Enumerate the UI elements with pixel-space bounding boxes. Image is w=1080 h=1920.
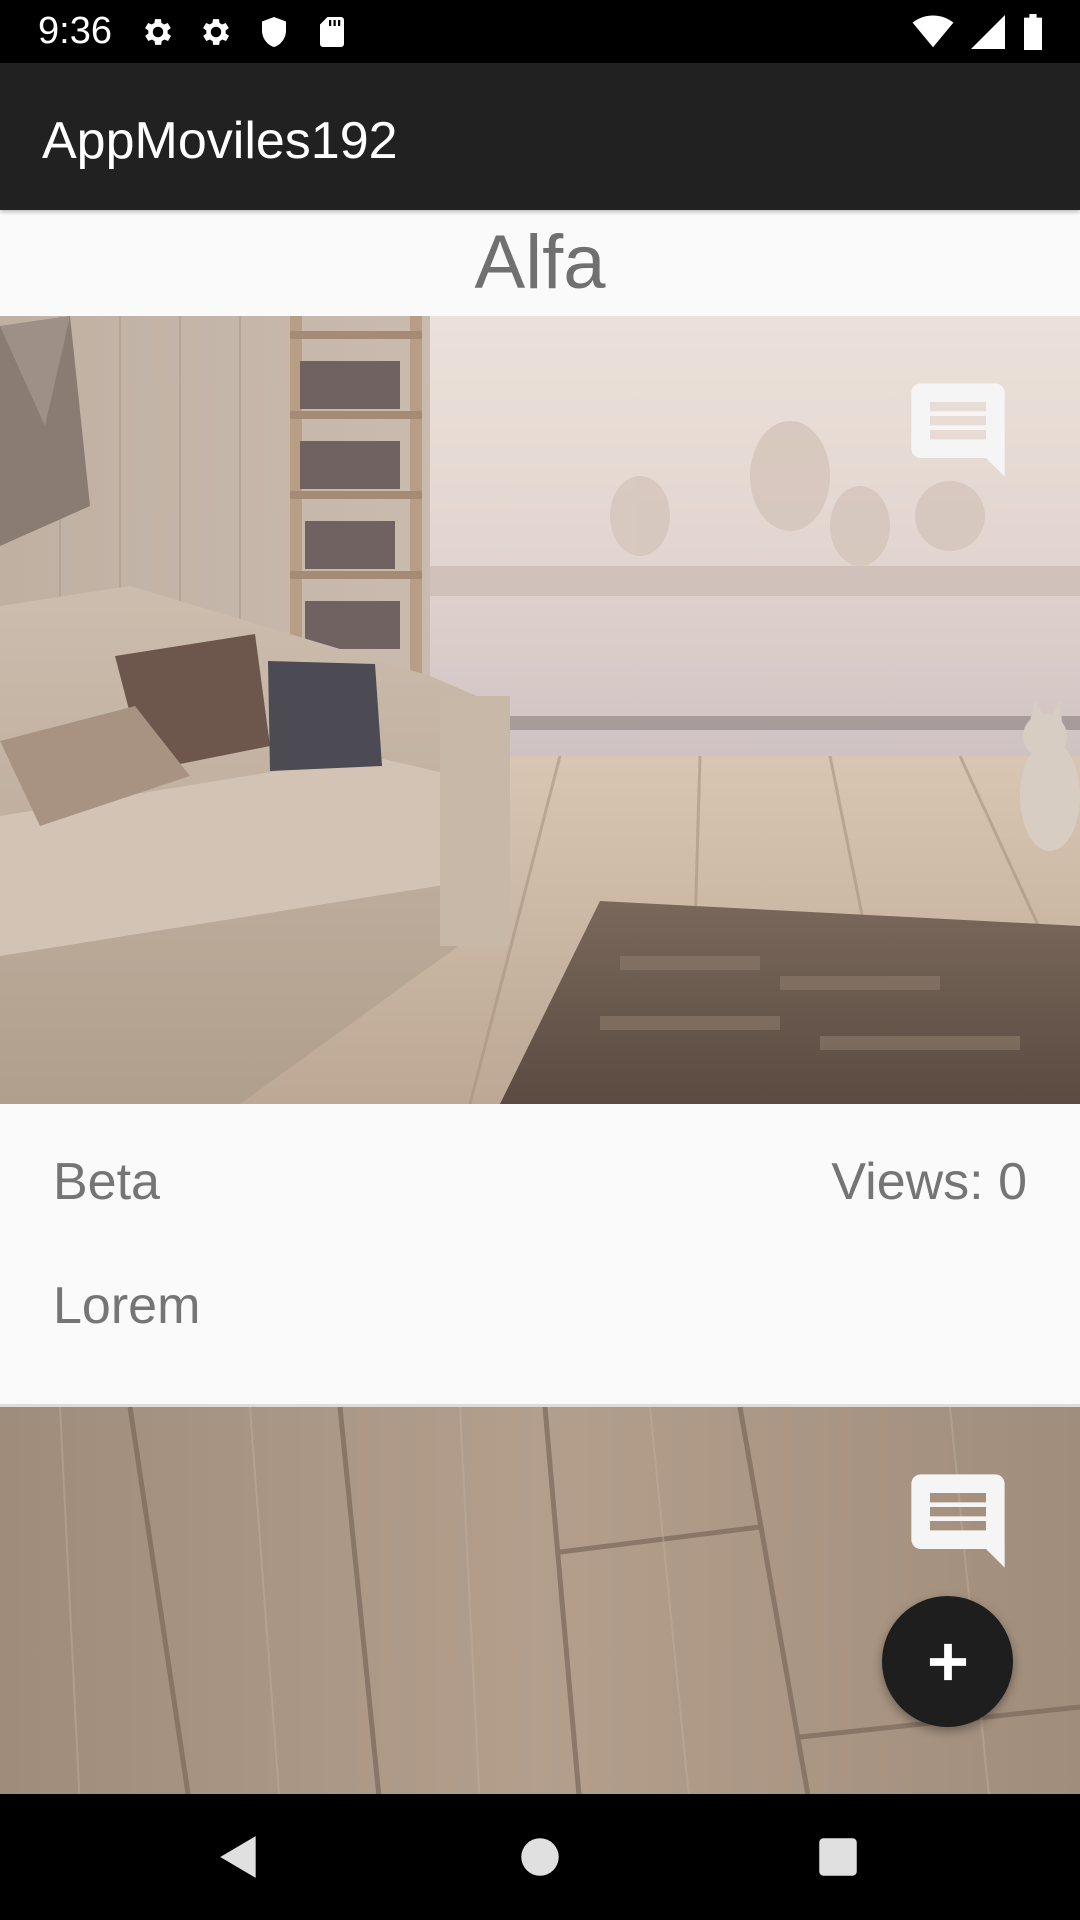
status-right-icons xyxy=(912,14,1044,50)
status-bar: 9:36 xyxy=(0,0,1080,63)
comment-button[interactable] xyxy=(902,374,1014,486)
movie-list[interactable]: Alfa Beta Views: 0 Lorem xyxy=(0,210,1080,1794)
home-button[interactable] xyxy=(477,1794,603,1920)
sd-card-icon xyxy=(312,14,352,50)
card-title: Alfa xyxy=(474,220,606,305)
comment-button[interactable] xyxy=(902,1465,1014,1577)
card-subtitle: Beta xyxy=(53,1153,160,1211)
comment-icon xyxy=(911,1474,1005,1568)
back-icon xyxy=(220,1836,256,1878)
comment-icon xyxy=(911,383,1005,477)
card-description: Lorem xyxy=(53,1277,201,1335)
status-time: 9:36 xyxy=(38,10,112,52)
card-title-row: Alfa xyxy=(0,210,1080,316)
battery-icon xyxy=(1022,14,1044,50)
gear-icon xyxy=(196,14,236,50)
status-left-icons xyxy=(138,14,352,50)
recents-button[interactable] xyxy=(775,1794,901,1920)
add-button[interactable] xyxy=(882,1596,1013,1727)
home-icon xyxy=(521,1838,559,1876)
navigation-bar xyxy=(0,1794,1080,1920)
living-room-photo[interactable] xyxy=(0,316,1080,1104)
app-title: AppMoviles192 xyxy=(42,112,398,170)
signal-icon xyxy=(970,15,1006,49)
back-button[interactable] xyxy=(176,1794,302,1920)
app-bar: AppMoviles192 xyxy=(0,63,1080,210)
card-info: Beta Views: 0 Lorem xyxy=(0,1104,1080,1404)
plus-icon xyxy=(929,1643,967,1681)
recents-icon xyxy=(819,1838,857,1876)
gear-icon xyxy=(138,14,178,50)
card-views: Views: 0 xyxy=(831,1153,1027,1211)
wifi-icon xyxy=(912,15,954,49)
wood-floor-photo[interactable] xyxy=(0,1407,1080,1794)
shield-icon xyxy=(254,14,294,50)
